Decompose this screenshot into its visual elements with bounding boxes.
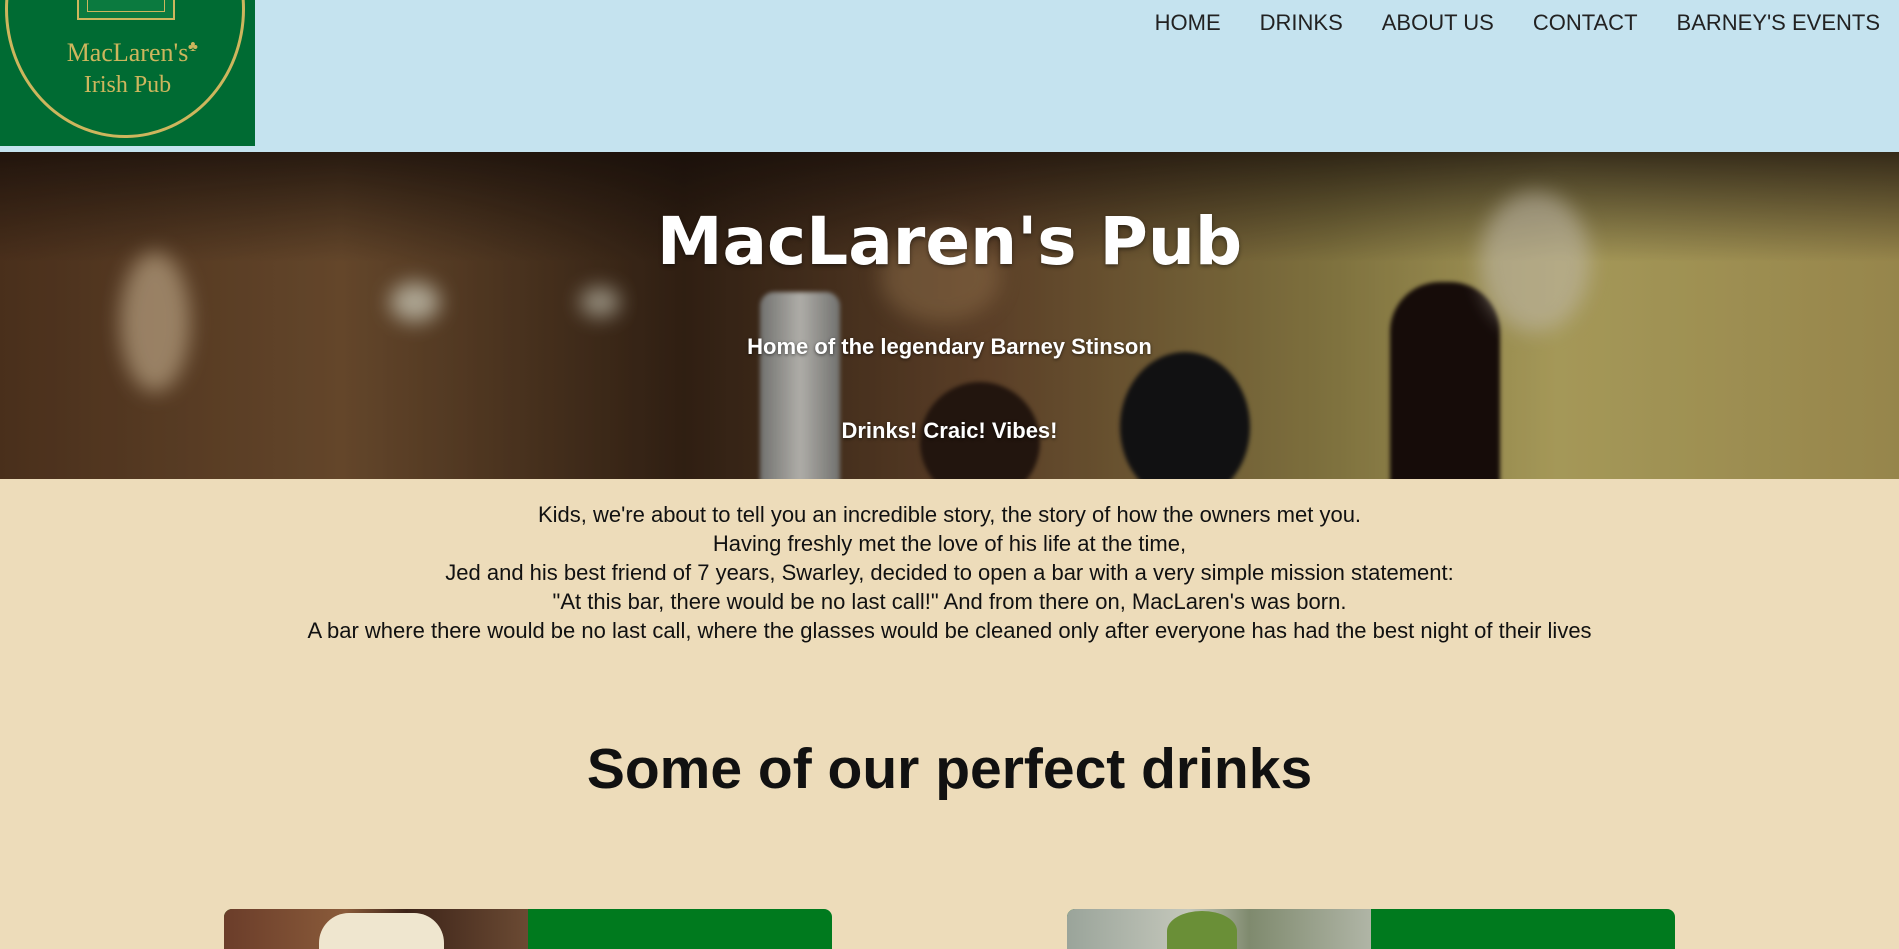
pub-logo[interactable]: MacLaren's ♣ Irish Pub — [0, 0, 255, 146]
nav-barneys-events[interactable]: BARNEY'S EVENTS — [1677, 10, 1880, 36]
drink-image — [224, 909, 528, 949]
drinks-heading: Some of our perfect drinks — [586, 737, 1313, 801]
drink-image — [1067, 909, 1371, 949]
nav-drinks[interactable]: DRINKS — [1260, 10, 1343, 36]
hero-subtitle: Home of the legendary Barney Stinson — [747, 334, 1152, 359]
logo-tagline: Irish Pub — [83, 72, 172, 98]
drink-card[interactable] — [224, 909, 832, 949]
story-line: Having freshly met the love of his life … — [712, 531, 1187, 556]
site-header: MacLaren's ♣ Irish Pub HOME DRINKS ABOUT… — [0, 0, 1899, 152]
drink-card[interactable] — [1067, 909, 1675, 949]
hero-title: MacLaren's Pub — [656, 203, 1243, 280]
shamrock-icon: ♣ — [188, 38, 198, 55]
nav-home[interactable]: HOME — [1155, 10, 1221, 36]
story-line: "At this bar, there would be no last cal… — [552, 589, 1347, 614]
logo-ring — [5, 0, 245, 138]
hero-tagline: Drinks! Craic! Vibes! — [841, 418, 1058, 443]
story-line: A bar where there would be no last call,… — [307, 618, 1592, 643]
story-text: Kids, we're about to tell you an incredi… — [0, 500, 1899, 645]
logo-name: MacLaren's — [66, 38, 189, 67]
nav-about-us[interactable]: ABOUT US — [1382, 10, 1494, 36]
logo-crest — [77, 0, 175, 20]
nav-contact[interactable]: CONTACT — [1533, 10, 1638, 36]
main-nav: HOME DRINKS ABOUT US CONTACT BARNEY'S EV… — [1116, 10, 1880, 36]
story-line: Kids, we're about to tell you an incredi… — [537, 502, 1362, 527]
story-line: Jed and his best friend of 7 years, Swar… — [445, 560, 1454, 585]
hero-banner: MacLaren's Pub Home of the legendary Bar… — [0, 152, 1899, 479]
